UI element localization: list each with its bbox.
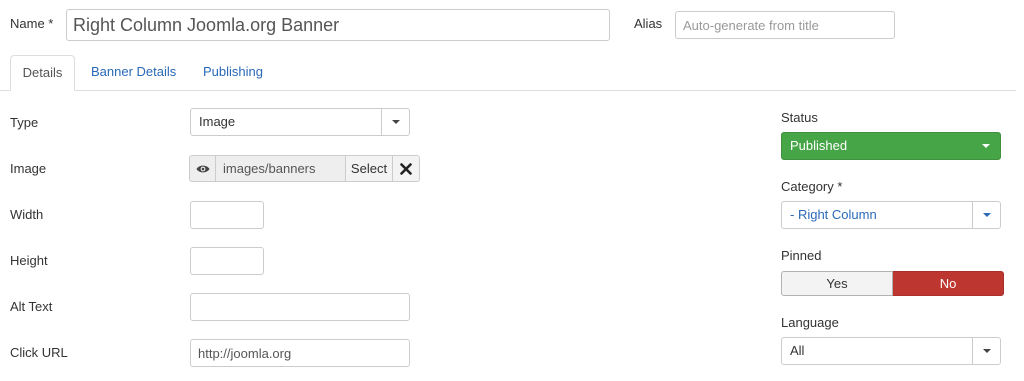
eye-icon [196, 165, 209, 172]
image-select-button[interactable]: Select [345, 155, 393, 182]
language-value: All [790, 343, 805, 358]
tab-details[interactable]: Details [10, 55, 75, 91]
pinned-no-button[interactable]: No [893, 271, 1004, 296]
name-input[interactable] [66, 9, 610, 41]
alias-input[interactable] [675, 11, 895, 39]
alt-text-input[interactable] [190, 293, 410, 321]
alias-label: Alias [634, 16, 663, 31]
width-input[interactable] [190, 201, 264, 229]
language-select[interactable]: All [781, 337, 1001, 365]
type-select[interactable]: Image [190, 108, 410, 136]
status-dropdown-toggle[interactable] [972, 133, 1000, 159]
caret-down-icon [982, 144, 990, 148]
language-dropdown-toggle[interactable] [972, 338, 1000, 364]
image-preview-button[interactable] [189, 155, 216, 182]
image-media-field: images/banners Select [189, 155, 420, 182]
height-input[interactable] [190, 247, 264, 275]
click-url-label: Click URL [10, 345, 68, 360]
image-clear-button[interactable] [392, 155, 420, 182]
language-label: Language [781, 315, 839, 330]
pinned-yes-button[interactable]: Yes [781, 271, 893, 296]
pinned-label: Pinned [781, 248, 822, 263]
caret-down-icon [982, 213, 991, 217]
category-dropdown-toggle[interactable] [972, 202, 1000, 228]
height-label: Height [10, 253, 48, 268]
type-dropdown-toggle[interactable] [381, 109, 409, 135]
status-label: Status [781, 110, 818, 125]
category-label: Category * [781, 179, 843, 194]
caret-down-icon [391, 120, 400, 124]
category-select[interactable]: - Right Column [781, 201, 1001, 229]
tab-publishing[interactable]: Publishing [193, 55, 273, 91]
close-icon [400, 162, 412, 175]
category-value: - Right Column [790, 207, 877, 222]
image-label: Image [10, 161, 47, 176]
alt-text-label: Alt Text [10, 299, 53, 314]
image-path-field: images/banners [215, 155, 346, 182]
caret-down-icon [982, 349, 991, 353]
tab-banner-details[interactable]: Banner Details [81, 55, 186, 91]
type-value: Image [199, 114, 236, 129]
width-label: Width [10, 207, 44, 222]
type-label: Type [10, 115, 39, 130]
click-url-input[interactable] [190, 339, 410, 367]
name-label: Name * [10, 16, 54, 31]
status-value: Published [790, 138, 848, 153]
status-select[interactable]: Published [781, 132, 1001, 160]
pinned-toggle: Yes No [781, 271, 1004, 296]
